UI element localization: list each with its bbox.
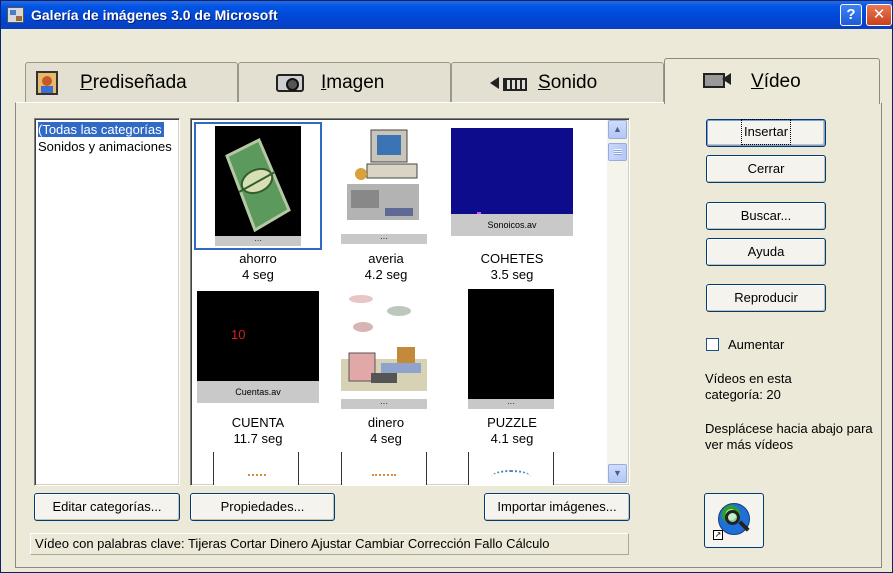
- tab-label: Vídeo: [751, 71, 801, 92]
- close-window-button[interactable]: ✕: [866, 4, 892, 26]
- clip-gallery-app-icon[interactable]: [7, 7, 24, 23]
- help-button[interactable]: ?: [840, 4, 862, 26]
- help-dialog-button[interactable]: Ayuda: [706, 238, 826, 266]
- clip-filename-bar: ···: [341, 234, 427, 244]
- clip-name: PUZZLE: [487, 415, 537, 430]
- play-button-label: Reproducir: [734, 290, 798, 305]
- clip-thumbnail-puzzle[interactable]: ···: [448, 289, 576, 417]
- clip-duration: 4.2 seg: [364, 267, 408, 282]
- clip-duration: 11.7 seg: [233, 431, 283, 446]
- tab-prediseñada[interactable]: Prediseñada: [25, 62, 238, 102]
- video-camera-icon: [703, 72, 733, 88]
- magnify-checkbox[interactable]: [706, 338, 719, 351]
- scroll-thumb[interactable]: [608, 143, 627, 161]
- clipart-icon: [36, 71, 58, 95]
- help-button-label: Ayuda: [747, 244, 785, 259]
- gallery-window: Galería de imágenes 3.0 de Microsoft ? ✕…: [0, 0, 893, 573]
- insert-button[interactable]: Insertar: [706, 119, 826, 147]
- edit-categories-button[interactable]: Editar categorías...: [34, 493, 180, 521]
- clip-thumbnail-partial[interactable]: [322, 452, 450, 485]
- status-bar: Vídeo con palabras clave: Tijeras Cortar…: [30, 533, 629, 555]
- money-image: [341, 295, 427, 391]
- tab-label: Prediseñada: [80, 72, 187, 93]
- computer-image: [347, 129, 419, 220]
- clip-filename-bar: Cuentas.av: [197, 381, 319, 403]
- tab-label: Sonido: [538, 72, 598, 93]
- online-gallery-button[interactable]: ↗: [704, 493, 764, 548]
- import-images-button[interactable]: Importar imágenes...: [484, 493, 630, 521]
- scroll-hint-text: Desplácese hacia abajo para ver más víde…: [705, 421, 873, 452]
- close-button[interactable]: Cerrar: [706, 155, 826, 183]
- clip-thumbnail-ahorro[interactable]: ···: [194, 122, 322, 250]
- banknote-image: [225, 137, 291, 233]
- properties-label: Propiedades...: [220, 499, 305, 514]
- play-button[interactable]: Reproducir: [706, 284, 826, 312]
- properties-button[interactable]: Propiedades...: [190, 493, 335, 521]
- search-button[interactable]: Buscar...: [706, 202, 826, 230]
- magnify-label[interactable]: Aumentar: [728, 337, 784, 353]
- clip-duration: 4 seg: [242, 267, 274, 282]
- tab-label: Imagen: [321, 72, 385, 93]
- tab-sonido[interactable]: Sonido: [451, 62, 664, 102]
- import-images-label: Importar imágenes...: [497, 499, 617, 514]
- clip-name: CUENTA: [231, 415, 285, 430]
- scroll-down-button[interactable]: ▼: [608, 464, 627, 483]
- clip-thumbnail-dinero[interactable]: ···: [322, 289, 450, 417]
- insert-button-label: Insertar: [740, 119, 792, 145]
- clip-thumbnail-cuenta[interactable]: 10 Cuentas.av: [194, 289, 322, 417]
- category-item[interactable]: (Todas las categorías: [38, 122, 164, 137]
- gallery-scrollbar[interactable]: ▲ ▼: [607, 120, 628, 484]
- clip-filename-bar: ···: [341, 399, 427, 409]
- clip-name: averia: [368, 251, 404, 266]
- close-button-label: Cerrar: [747, 161, 785, 176]
- edit-categories-label: Editar categorías...: [52, 499, 162, 514]
- video-count-text: Vídeos en esta categoría: 20: [705, 371, 792, 402]
- category-item[interactable]: Sonidos y animaciones: [38, 139, 172, 154]
- scroll-up-button[interactable]: ▲: [608, 120, 627, 139]
- clip-thumbnail-partial[interactable]: [194, 452, 322, 485]
- clip-thumbnail-averia[interactable]: ···: [322, 122, 450, 250]
- clip-name: dinero: [367, 415, 405, 430]
- countdown-number: 10: [231, 327, 246, 342]
- search-button-label: Buscar...: [740, 208, 792, 223]
- tab-video[interactable]: Vídeo: [664, 58, 880, 104]
- clip-filename-bar: ···: [468, 399, 554, 409]
- clip-gallery-grid[interactable]: ··· ahorro 4 seg ··· averia 4.2 seg Sono…: [190, 118, 630, 486]
- window-title: Galería de imágenes 3.0 de Microsoft: [31, 7, 278, 23]
- shortcut-arrow-icon: ↗: [713, 530, 723, 540]
- clip-filename-bar: ···: [215, 236, 301, 246]
- clip-name: COHETES: [480, 251, 544, 266]
- title-bar[interactable]: Galería de imágenes 3.0 de Microsoft ? ✕: [1, 1, 892, 29]
- clip-thumbnail-partial[interactable]: [448, 452, 576, 485]
- clip-thumbnail-cohetes[interactable]: Sonoicos.av: [448, 122, 576, 250]
- clip-duration: 3.5 seg: [490, 267, 534, 282]
- tab-imagen[interactable]: Imagen: [238, 62, 451, 102]
- clip-duration: 4 seg: [370, 431, 402, 446]
- category-list[interactable]: (Todas las categorías Sonidos y animacio…: [34, 118, 180, 486]
- clip-name: ahorro: [239, 251, 277, 266]
- camera-icon: [276, 74, 304, 92]
- speaker-icon: [490, 75, 527, 91]
- clip-filename-bar: Sonoicos.av: [451, 214, 573, 236]
- clip-duration: 4.1 seg: [490, 431, 534, 446]
